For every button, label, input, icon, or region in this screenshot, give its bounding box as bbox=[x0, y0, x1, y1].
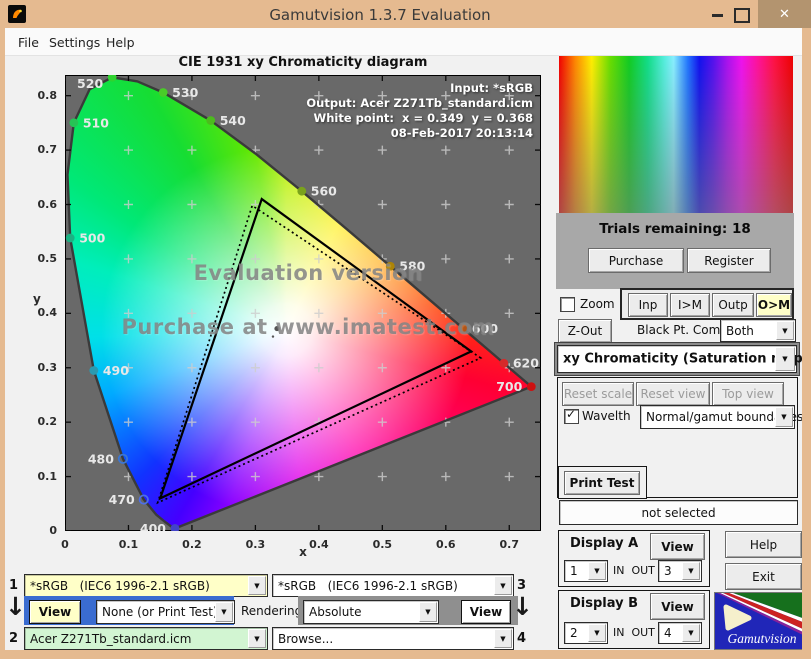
gamutvision-logo: Gamutvision bbox=[714, 592, 806, 650]
status-field: not selected bbox=[559, 500, 798, 525]
chromaticity-plot: 4004704804905005105205305405605806006207… bbox=[65, 75, 541, 531]
view-left-button[interactable]: View bbox=[29, 600, 81, 624]
y-tick-label: 0.7 bbox=[23, 143, 57, 156]
display-b-inout-label: IN OUT bbox=[613, 626, 655, 639]
zoom-checkbox[interactable] bbox=[560, 297, 575, 312]
chevron-down-icon[interactable]: ▼ bbox=[248, 629, 266, 648]
chevron-down-icon[interactable]: ▼ bbox=[215, 602, 233, 622]
slot2-number: 2 bbox=[9, 631, 18, 646]
display-a-view-button[interactable]: View bbox=[650, 533, 705, 560]
window-frame-right bbox=[802, 28, 811, 659]
chevron-down-icon[interactable]: ▼ bbox=[775, 347, 795, 371]
watermark-line1: Evaluation version bbox=[194, 261, 423, 285]
y-tick-label: 0.4 bbox=[23, 306, 57, 319]
y-tick-label: 0.2 bbox=[23, 415, 57, 428]
view-right-button[interactable]: View bbox=[461, 600, 511, 624]
chart-title: CIE 1931 xy Chromaticity diagram bbox=[65, 55, 541, 70]
trials-remaining-text: Trials remaining: 18 bbox=[556, 221, 794, 237]
window-frame-bottom bbox=[0, 650, 811, 659]
wavelth-checkbox[interactable]: ✓ bbox=[564, 409, 579, 424]
top-view-button[interactable]: Top view bbox=[712, 382, 784, 406]
minimize-icon[interactable] bbox=[712, 14, 723, 17]
zoom-checkbox-label: Zoom bbox=[580, 297, 615, 311]
slot4-number: 4 bbox=[517, 631, 526, 646]
display-b-view-button[interactable]: View bbox=[650, 593, 705, 620]
reset-view-button[interactable]: Reset view bbox=[636, 382, 710, 406]
chevron-down-icon[interactable]: ▼ bbox=[494, 629, 512, 648]
z-out-button[interactable]: Z-Out bbox=[558, 319, 612, 343]
browse-profile-select[interactable]: Browse...▼ bbox=[272, 627, 514, 650]
plot-annotation: Input: *sRGBOutput: Acer Z271Tb_standard… bbox=[306, 81, 533, 141]
flow-down-arrow-right: ↓ bbox=[512, 594, 533, 620]
annotation-line: Output: Acer Z271Tb_standard.icm bbox=[306, 96, 533, 111]
slot3-number: 3 bbox=[517, 578, 526, 593]
reset-scale-button[interactable]: Reset scale bbox=[562, 382, 634, 406]
y-tick-label: 0.6 bbox=[23, 198, 57, 211]
print-test-button[interactable]: Print Test bbox=[564, 471, 640, 495]
chevron-down-icon[interactable]: ▼ bbox=[775, 407, 793, 427]
flow-down-arrow-left: ↓ bbox=[5, 594, 26, 620]
chevron-down-icon[interactable]: ▼ bbox=[776, 321, 794, 340]
chevron-down-icon[interactable]: ▼ bbox=[494, 576, 512, 595]
exit-button[interactable]: Exit bbox=[725, 563, 802, 590]
input-profile-select[interactable]: *sRGB (IEC6 1996-2.1 sRGB)▼ bbox=[24, 574, 268, 597]
logo-text: Gamutvision bbox=[728, 631, 797, 646]
annotation-line: White point: x = 0.349 y = 0.368 bbox=[306, 111, 533, 126]
y-axis-label: y bbox=[33, 292, 41, 306]
menu-file[interactable]: File bbox=[18, 35, 39, 50]
black-pt-comp-select[interactable]: Both▼ bbox=[720, 319, 796, 342]
boundaries-select[interactable]: Normal/gamut boundaries▼ bbox=[640, 405, 795, 429]
rendering-intent-select[interactable]: Absolute▼ bbox=[303, 600, 439, 624]
wavelth-checkbox-label: Wavelth bbox=[582, 409, 631, 423]
rendering-label: Rendering bbox=[241, 604, 302, 618]
check-icon: ✓ bbox=[566, 407, 576, 421]
display-a-out-select[interactable]: 3▼ bbox=[658, 560, 702, 582]
black-pt-comp-label: Black Pt. Comp. bbox=[637, 323, 732, 337]
display-a-inout-label: IN OUT bbox=[613, 564, 655, 577]
menu-bar: File Settings Help bbox=[5, 28, 802, 56]
watermark-line2: Purchase at www.imatest.com bbox=[122, 315, 495, 339]
register-button[interactable]: Register bbox=[687, 248, 771, 273]
display-b-label: Display B bbox=[570, 596, 638, 611]
annotation-line: Input: *sRGB bbox=[306, 81, 533, 96]
input-profile-select-right[interactable]: *sRGB (IEC6 1996-2.1 sRGB)▼ bbox=[272, 574, 514, 597]
slot1-number: 1 bbox=[9, 578, 18, 593]
chevron-down-icon[interactable]: ▼ bbox=[419, 602, 437, 622]
menu-help[interactable]: Help bbox=[106, 35, 135, 50]
purchase-button[interactable]: Purchase bbox=[588, 248, 684, 273]
chevron-down-icon[interactable]: ▼ bbox=[682, 624, 700, 642]
saturation-map-image bbox=[559, 56, 793, 213]
menu-settings[interactable]: Settings bbox=[49, 35, 100, 50]
chevron-down-icon[interactable]: ▼ bbox=[682, 562, 700, 580]
display-b-in-select[interactable]: 2▼ bbox=[564, 622, 608, 644]
output-profile-select[interactable]: Acer Z271Tb_standard.icm▼ bbox=[24, 627, 268, 650]
chevron-down-icon[interactable]: ▼ bbox=[588, 624, 606, 642]
i-to-m-button[interactable]: I>M bbox=[670, 293, 710, 317]
display-a-in-select[interactable]: 1▼ bbox=[564, 560, 608, 582]
y-tick-label: 0.8 bbox=[23, 89, 57, 102]
y-tick-label: 0.3 bbox=[23, 361, 57, 374]
window-frame-left bbox=[0, 28, 5, 659]
x-axis-label: x bbox=[65, 545, 541, 559]
y-tick-label: 0 bbox=[23, 524, 57, 537]
window-title: Gamutvision 1.3.7 Evaluation bbox=[0, 6, 760, 24]
display-a-label: Display A bbox=[570, 536, 638, 551]
y-tick-label: 0.5 bbox=[23, 252, 57, 265]
display-b-out-select[interactable]: 4▼ bbox=[658, 622, 702, 644]
chevron-down-icon[interactable]: ▼ bbox=[248, 576, 266, 595]
o-to-m-button[interactable]: O>M bbox=[756, 293, 792, 317]
outp-button[interactable]: Outp bbox=[712, 293, 754, 317]
map-type-select[interactable]: xy Chromaticity (Saturation map) ▼ bbox=[557, 345, 797, 373]
y-tick-label: 0.1 bbox=[23, 470, 57, 483]
print-test-profile-select[interactable]: None (or Print Test)▼ bbox=[96, 600, 235, 624]
chevron-down-icon[interactable]: ▼ bbox=[588, 562, 606, 580]
title-bar: Gamutvision 1.3.7 Evaluation ✕ bbox=[0, 0, 811, 28]
annotation-line: 08-Feb-2017 20:13:14 bbox=[306, 126, 533, 141]
close-icon[interactable]: ✕ bbox=[758, 0, 811, 28]
maximize-icon[interactable] bbox=[734, 8, 750, 23]
help-button[interactable]: Help bbox=[725, 531, 802, 558]
inp-button[interactable]: Inp bbox=[628, 293, 668, 317]
